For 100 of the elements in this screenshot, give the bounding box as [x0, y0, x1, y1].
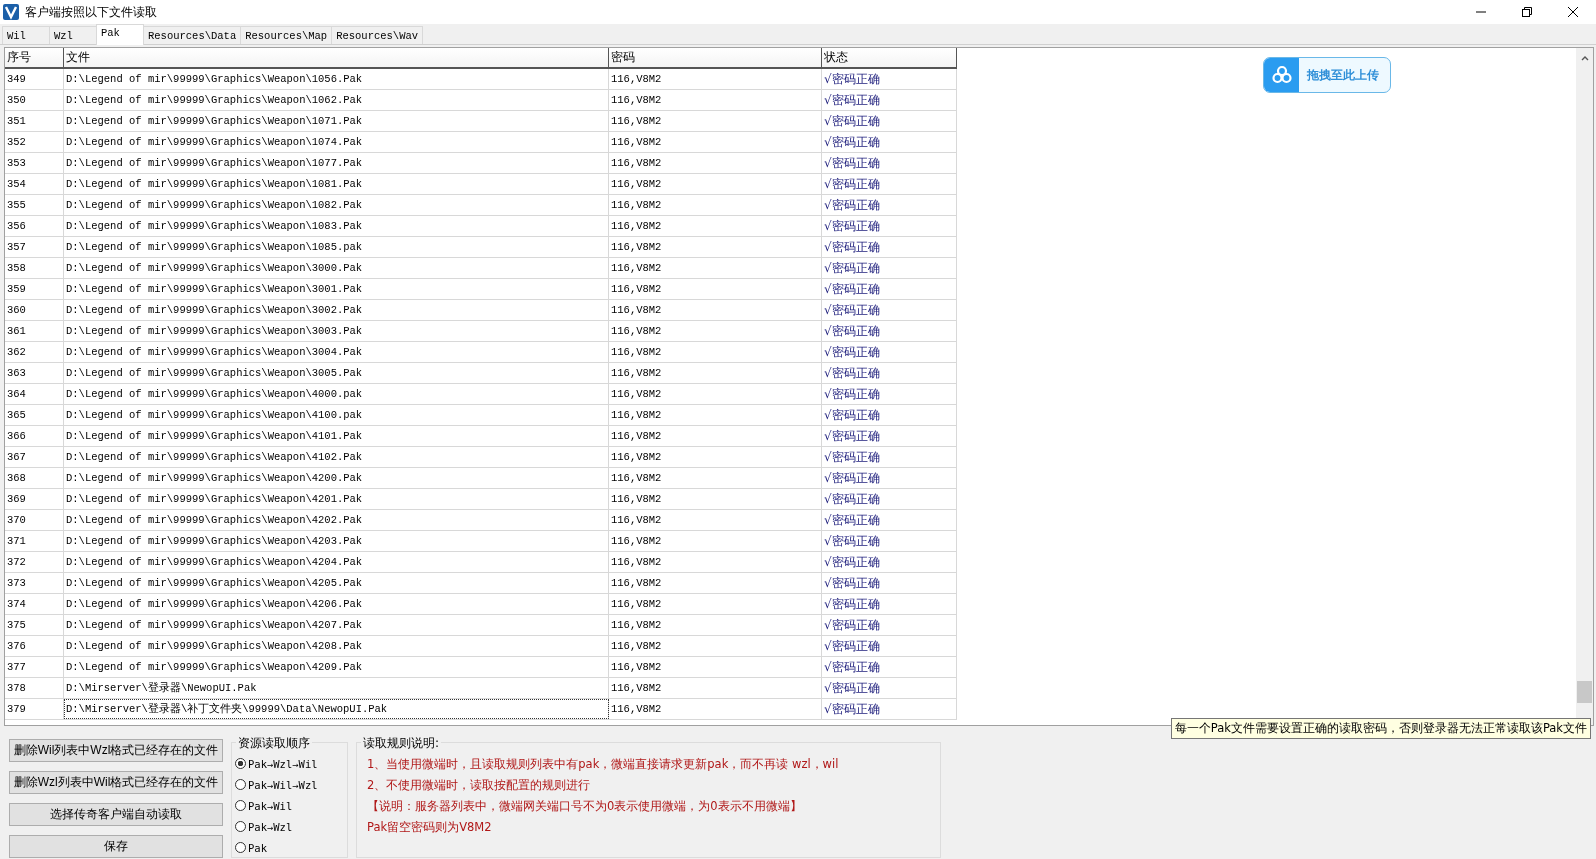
radio-option[interactable]: Pak→Wzl→Wil: [235, 755, 347, 772]
tab[interactable]: Resources\Map: [240, 26, 333, 44]
table-cell: 116,V8M2: [609, 447, 822, 467]
action-button[interactable]: 删除Wzl列表中Wil格式已经存在的文件: [9, 771, 223, 794]
table-cell: √密码正确: [822, 489, 957, 509]
table-row[interactable]: 360 D:\Legend of mir\99999\Graphics\Weapon\3002.Pak 116,V8M2 √密码正确: [5, 300, 957, 321]
table-cell: 116,V8M2: [609, 510, 822, 530]
cloud-icon: [1264, 58, 1299, 92]
table-cell: 366: [5, 426, 64, 446]
table-cell: √密码正确: [822, 69, 957, 89]
table-row[interactable]: 367 D:\Legend of mir\99999\Graphics\Weapon\4102.Pak 116,V8M2 √密码正确: [5, 447, 957, 468]
table-cell: √密码正确: [822, 678, 957, 698]
table-cell: 116,V8M2: [609, 111, 822, 131]
table-cell: 376: [5, 636, 64, 656]
table-cell: √密码正确: [822, 195, 957, 215]
table-row[interactable]: 374 D:\Legend of mir\99999\Graphics\Weapon\4206.Pak 116,V8M2 √密码正确: [5, 594, 957, 615]
table-row[interactable]: 369 D:\Legend of mir\99999\Graphics\Weapon\4201.Pak 116,V8M2 √密码正确: [5, 489, 957, 510]
table-cell: D:\Legend of mir\99999\Graphics\Weapon\4000.pak: [64, 384, 609, 404]
table-cell: √密码正确: [822, 531, 957, 551]
table-cell: √密码正确: [822, 657, 957, 677]
table-cell: D:\Legend of mir\99999\Graphics\Weapon\4101.Pak: [64, 426, 609, 446]
table-cell: 116,V8M2: [609, 636, 822, 656]
table-row[interactable]: 354 D:\Legend of mir\99999\Graphics\Weapon\1081.Pak 116,V8M2 √密码正确: [5, 174, 957, 195]
table-cell: D:\Legend of mir\99999\Graphics\Weapon\1077.Pak: [64, 153, 609, 173]
table-cell: 116,V8M2: [609, 153, 822, 173]
table-row[interactable]: 366 D:\Legend of mir\99999\Graphics\Weapon\4101.Pak 116,V8M2 √密码正确: [5, 426, 957, 447]
table-cell: 372: [5, 552, 64, 572]
table-row[interactable]: 361 D:\Legend of mir\99999\Graphics\Weapon\3003.Pak 116,V8M2 √密码正确: [5, 321, 957, 342]
table-cell: 116,V8M2: [609, 300, 822, 320]
action-button[interactable]: 保存: [9, 835, 223, 858]
radio-option[interactable]: Pak→Wzl: [235, 818, 347, 835]
group-title: 资源读取顺序: [236, 735, 312, 752]
table-cell: √密码正确: [822, 321, 957, 341]
table-cell: √密码正确: [822, 258, 957, 278]
action-button[interactable]: 删除Wil列表中Wzl格式已经存在的文件: [9, 739, 223, 762]
table-cell: 353: [5, 153, 64, 173]
radio-option[interactable]: Pak: [235, 839, 347, 856]
table-cell: D:\Legend of mir\99999\Graphics\Weapon\4202.Pak: [64, 510, 609, 530]
tab[interactable]: Resources\Wav: [331, 26, 424, 44]
table-cell: D:\Legend of mir\99999\Graphics\Weapon\1085.pak: [64, 237, 609, 257]
table-row[interactable]: 358 D:\Legend of mir\99999\Graphics\Weapon\3000.Pak 116,V8M2 √密码正确: [5, 258, 957, 279]
table-row[interactable]: 359 D:\Legend of mir\99999\Graphics\Weapon\3001.Pak 116,V8M2 √密码正确: [5, 279, 957, 300]
table-row[interactable]: 372 D:\Legend of mir\99999\Graphics\Weapon\4204.Pak 116,V8M2 √密码正确: [5, 552, 957, 573]
table-row[interactable]: 363 D:\Legend of mir\99999\Graphics\Weapon\3005.Pak 116,V8M2 √密码正确: [5, 363, 957, 384]
table-cell: D:\Mirserver\登录器\补丁文件夹\99999\Data\NewopUI.Pak: [64, 699, 609, 719]
table-row[interactable]: 356 D:\Legend of mir\99999\Graphics\Weapon\1083.Pak 116,V8M2 √密码正确: [5, 216, 957, 237]
table-row[interactable]: 362 D:\Legend of mir\99999\Graphics\Weapon\3004.Pak 116,V8M2 √密码正确: [5, 342, 957, 363]
table-row[interactable]: 375 D:\Legend of mir\99999\Graphics\Weapon\4207.Pak 116,V8M2 √密码正确: [5, 615, 957, 636]
table-cell: D:\Legend of mir\99999\Graphics\Weapon\1071.Pak: [64, 111, 609, 131]
window-title: 客户端按照以下文件读取: [25, 3, 157, 21]
table-cell: 116,V8M2: [609, 258, 822, 278]
table-row[interactable]: 376 D:\Legend of mir\99999\Graphics\Weapon\4208.Pak 116,V8M2 √密码正确: [5, 636, 957, 657]
table-cell: √密码正确: [822, 132, 957, 152]
rule-text: 2、不使用微端时，读取按配置的规则进行: [367, 778, 592, 793]
table-row[interactable]: 368 D:\Legend of mir\99999\Graphics\Weapon\4200.Pak 116,V8M2 √密码正确: [5, 468, 957, 489]
column-header[interactable]: 序号: [5, 48, 64, 67]
radio-option[interactable]: Pak→Wil: [235, 797, 347, 814]
scroll-up-icon[interactable]: [1579, 54, 1590, 62]
table-cell: 349: [5, 69, 64, 89]
column-header[interactable]: 文件: [64, 48, 609, 67]
table-cell: √密码正确: [822, 468, 957, 488]
tab[interactable]: Wil: [2, 26, 50, 44]
table-cell: √密码正确: [822, 615, 957, 635]
table-cell: 377: [5, 657, 64, 677]
action-button[interactable]: 选择传奇客户端自动读取: [9, 803, 223, 826]
table-row[interactable]: 378 D:\Mirserver\登录器\NewopUI.Pak 116,V8M2 √密码正确: [5, 678, 957, 699]
table-cell: √密码正确: [822, 237, 957, 257]
table-cell: √密码正确: [822, 216, 957, 236]
radio-option[interactable]: Pak→Wil→Wzl: [235, 776, 347, 793]
table-row[interactable]: 353 D:\Legend of mir\99999\Graphics\Weapon\1077.Pak 116,V8M2 √密码正确: [5, 153, 957, 174]
rule-text: 1、当使用微端时，且读取规则列表中有pak，微端直接请求更新pak，而不再读 wzl，wil: [367, 757, 840, 772]
table-row[interactable]: 357 D:\Legend of mir\99999\Graphics\Weapon\1085.pak 116,V8M2 √密码正确: [5, 237, 957, 258]
table-row[interactable]: 370 D:\Legend of mir\99999\Graphics\Weapon\4202.Pak 116,V8M2 √密码正确: [5, 510, 957, 531]
restore-icon: [1521, 6, 1533, 18]
table-row[interactable]: 373 D:\Legend of mir\99999\Graphics\Weapon\4205.Pak 116,V8M2 √密码正确: [5, 573, 957, 594]
table-cell: 116,V8M2: [609, 573, 822, 593]
table-row[interactable]: 352 D:\Legend of mir\99999\Graphics\Weapon\1074.Pak 116,V8M2 √密码正确: [5, 132, 957, 153]
table-cell: 355: [5, 195, 64, 215]
table-row[interactable]: 364 D:\Legend of mir\99999\Graphics\Weapon\4000.pak 116,V8M2 √密码正确: [5, 384, 957, 405]
table-cell: 371: [5, 531, 64, 551]
column-header[interactable]: 状态: [822, 48, 957, 67]
table-cell: 360: [5, 300, 64, 320]
table-cell: 116,V8M2: [609, 237, 822, 257]
table-row[interactable]: 379 D:\Mirserver\登录器\补丁文件夹\99999\Data\NewopUI.Pak 116,V8M2 √密码正确: [5, 699, 957, 720]
table-cell: D:\Legend of mir\99999\Graphics\Weapon\3000.Pak: [64, 258, 609, 278]
table-row[interactable]: 355 D:\Legend of mir\99999\Graphics\Weapon\1082.Pak 116,V8M2 √密码正确: [5, 195, 957, 216]
table-cell: 116,V8M2: [609, 384, 822, 404]
table-row[interactable]: 377 D:\Legend of mir\99999\Graphics\Weapon\4209.Pak 116,V8M2 √密码正确: [5, 657, 957, 678]
scroll-thumb[interactable]: [1577, 681, 1592, 703]
table-row[interactable]: 351 D:\Legend of mir\99999\Graphics\Weapon\1071.Pak 116,V8M2 √密码正确: [5, 111, 957, 132]
table-cell: √密码正确: [822, 510, 957, 530]
column-header[interactable]: 密码: [609, 48, 822, 67]
table-row[interactable]: 350 D:\Legend of mir\99999\Graphics\Weapon\1062.Pak 116,V8M2 √密码正确: [5, 90, 957, 111]
table-row[interactable]: 349 D:\Legend of mir\99999\Graphics\Weapon\1056.Pak 116,V8M2 √密码正确: [5, 69, 957, 90]
tab[interactable]: Pak: [96, 24, 144, 45]
table-cell: 116,V8M2: [609, 90, 822, 110]
table-cell: D:\Legend of mir\99999\Graphics\Weapon\1074.Pak: [64, 132, 609, 152]
table-row[interactable]: 365 D:\Legend of mir\99999\Graphics\Weapon\4100.pak 116,V8M2 √密码正确: [5, 405, 957, 426]
table-cell: 116,V8M2: [609, 279, 822, 299]
table-row[interactable]: 371 D:\Legend of mir\99999\Graphics\Weapon\4203.Pak 116,V8M2 √密码正确: [5, 531, 957, 552]
